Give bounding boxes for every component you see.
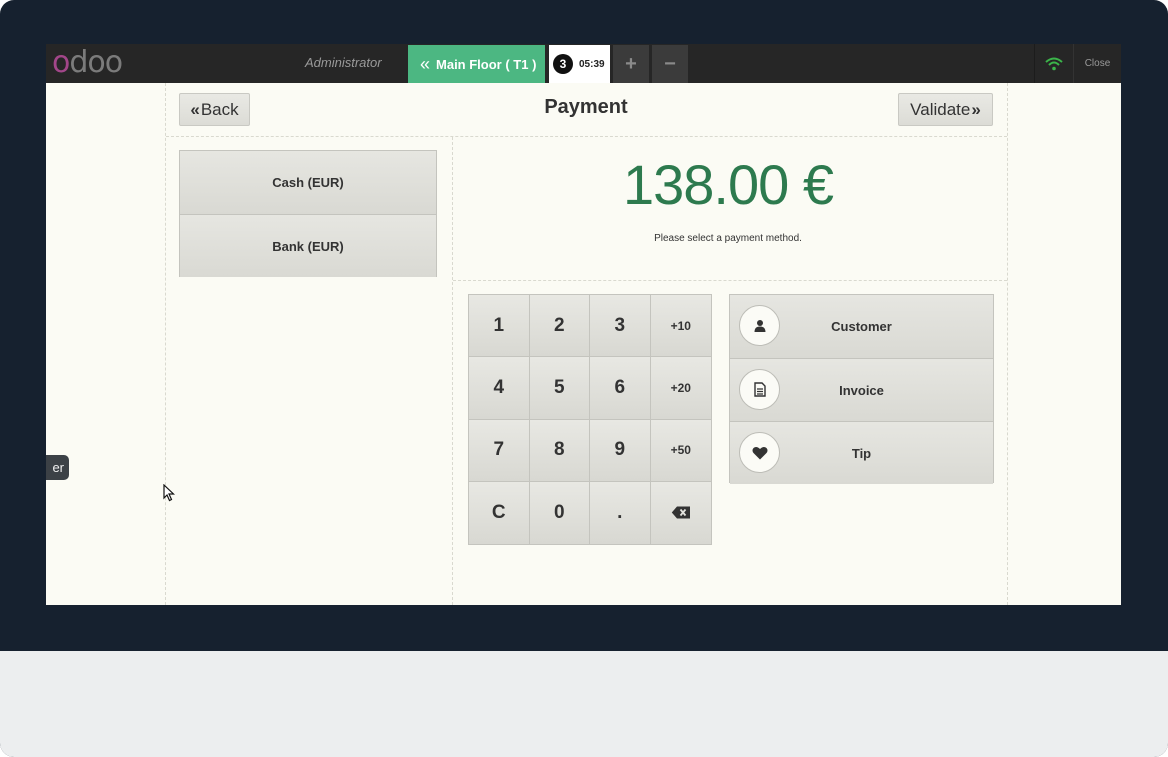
header-divider xyxy=(166,136,1007,137)
double-chevron-right-icon: » xyxy=(971,99,981,119)
payment-methods-list: Cash (EUR) Bank (EUR) xyxy=(179,150,437,277)
pos-topbar: o doo Administrator « Main Floor ( T1 ) 3… xyxy=(46,44,1121,83)
validate-button[interactable]: Validate » xyxy=(898,93,993,126)
mouse-cursor-icon xyxy=(163,484,175,502)
user-name[interactable]: Administrator xyxy=(305,55,382,70)
numpad-key-decimal[interactable]: . xyxy=(590,481,651,544)
payment-method-cash[interactable]: Cash (EUR) xyxy=(180,151,436,214)
remove-order-button[interactable]: − xyxy=(652,45,688,83)
customer-button[interactable]: Customer xyxy=(730,295,993,358)
tooltip: er xyxy=(46,455,69,480)
document-icon xyxy=(739,369,780,410)
invoice-button[interactable]: Invoice xyxy=(730,358,993,421)
section-divider xyxy=(453,280,1007,281)
invoice-button-label: Invoice xyxy=(839,382,884,398)
payment-hint: Please select a payment method. xyxy=(654,233,802,244)
close-button[interactable]: Close xyxy=(1074,44,1121,83)
column-divider xyxy=(452,137,453,605)
odoo-logo: o doo xyxy=(52,44,123,80)
double-chevron-left-icon: « xyxy=(420,54,431,74)
numpad-key-1[interactable]: 1 xyxy=(469,295,530,358)
numpad-key-plus10[interactable]: +10 xyxy=(650,295,711,358)
numpad-key-4[interactable]: 4 xyxy=(469,357,530,420)
device-frame: o doo Administrator « Main Floor ( T1 ) 3… xyxy=(0,0,1168,757)
add-order-button[interactable]: + xyxy=(613,45,649,83)
numpad-key-clear[interactable]: C xyxy=(469,481,530,544)
back-button[interactable]: « Back xyxy=(179,93,250,126)
payment-actions: Customer Invoice Tip xyxy=(729,294,994,484)
heart-icon xyxy=(739,432,780,473)
numpad-key-0[interactable]: 0 xyxy=(529,481,590,544)
numpad-key-plus20[interactable]: +20 xyxy=(650,357,711,420)
tip-button-label: Tip xyxy=(851,445,872,461)
numpad-key-backspace[interactable] xyxy=(650,481,711,544)
total-amount: 138.00 € xyxy=(623,153,834,216)
page-title: Payment xyxy=(544,96,628,118)
order-number-badge: 3 xyxy=(553,54,573,74)
back-button-label: Back xyxy=(200,99,239,119)
numpad-key-plus50[interactable]: +50 xyxy=(650,419,711,482)
tip-button[interactable]: Tip xyxy=(730,421,993,484)
order-time: 05:39 xyxy=(579,58,605,70)
numpad-key-6[interactable]: 6 xyxy=(590,357,651,420)
backspace-icon xyxy=(671,506,690,519)
device-base xyxy=(0,651,1168,757)
floor-tab-label: Main Floor ( T1 ) xyxy=(436,56,537,72)
numpad-key-3[interactable]: 3 xyxy=(590,295,651,358)
numpad: 1 2 3 +10 4 5 6 +20 7 8 9 +50 C 0 . xyxy=(468,294,712,545)
double-chevron-left-icon: « xyxy=(190,99,200,119)
order-tab[interactable]: 3 05:39 xyxy=(549,45,610,83)
customer-button-label: Customer xyxy=(831,319,892,334)
numpad-key-2[interactable]: 2 xyxy=(529,295,590,358)
payment-method-bank[interactable]: Bank (EUR) xyxy=(180,214,436,277)
pos-screen: o doo Administrator « Main Floor ( T1 ) 3… xyxy=(46,44,1121,605)
validate-button-label: Validate xyxy=(910,99,971,119)
numpad-key-8[interactable]: 8 xyxy=(529,419,590,482)
numpad-key-5[interactable]: 5 xyxy=(529,357,590,420)
floor-tab[interactable]: « Main Floor ( T1 ) xyxy=(408,45,545,83)
numpad-key-7[interactable]: 7 xyxy=(469,419,530,482)
numpad-key-9[interactable]: 9 xyxy=(590,419,651,482)
wifi-icon xyxy=(1034,44,1074,83)
user-icon xyxy=(739,305,780,346)
